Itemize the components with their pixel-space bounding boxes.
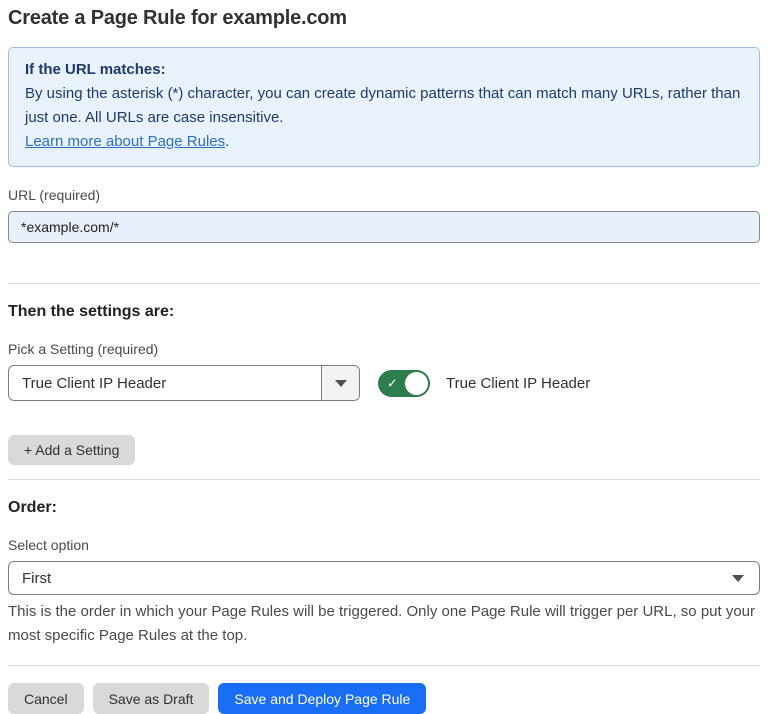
page-rule-form: Create a Page Rule for example.com If th… <box>0 0 769 714</box>
setting-dropdown-arrow-button[interactable] <box>321 366 359 400</box>
info-box-body: By using the asterisk (*) character, you… <box>25 82 743 130</box>
url-match-info-box: If the URL matches: By using the asteris… <box>8 47 760 167</box>
order-select-label: Select option <box>8 537 760 553</box>
check-icon: ✓ <box>387 377 398 390</box>
save-and-deploy-button[interactable]: Save and Deploy Page Rule <box>218 683 426 714</box>
setting-picker-label: Pick a Setting (required) <box>8 341 760 357</box>
setting-dropdown-value: True Client IP Header <box>9 366 321 400</box>
learn-more-link[interactable]: Learn more about Page Rules <box>25 133 225 150</box>
chevron-down-icon <box>335 380 347 387</box>
order-select-value: First <box>22 570 51 587</box>
save-as-draft-button[interactable]: Save as Draft <box>93 683 210 714</box>
url-input[interactable] <box>8 211 760 243</box>
settings-section-heading: Then the settings are: <box>8 303 760 321</box>
info-link-line: Learn more about Page Rules. <box>25 130 743 154</box>
setting-dropdown[interactable]: True Client IP Header <box>8 365 360 401</box>
link-period: . <box>225 133 229 150</box>
url-field-label: URL (required) <box>8 187 760 203</box>
add-setting-button[interactable]: + Add a Setting <box>8 435 135 465</box>
toggle-knob <box>405 372 428 395</box>
true-client-ip-toggle[interactable]: ✓ <box>378 370 430 397</box>
form-actions: Cancel Save as Draft Save and Deploy Pag… <box>8 683 760 714</box>
page-title: Create a Page Rule for example.com <box>8 7 760 30</box>
cancel-button[interactable]: Cancel <box>8 683 84 714</box>
info-box-heading: If the URL matches: <box>25 58 743 82</box>
setting-picker-row: True Client IP Header ✓ True Client IP H… <box>8 365 760 401</box>
section-divider <box>8 665 760 666</box>
order-help-text: This is the order in which your Page Rul… <box>8 600 760 648</box>
order-select[interactable]: First <box>8 561 760 595</box>
section-divider <box>8 283 760 284</box>
order-section-heading: Order: <box>8 499 760 517</box>
toggle-label: True Client IP Header <box>446 375 590 392</box>
chevron-down-icon <box>732 575 744 582</box>
section-divider <box>8 479 760 480</box>
